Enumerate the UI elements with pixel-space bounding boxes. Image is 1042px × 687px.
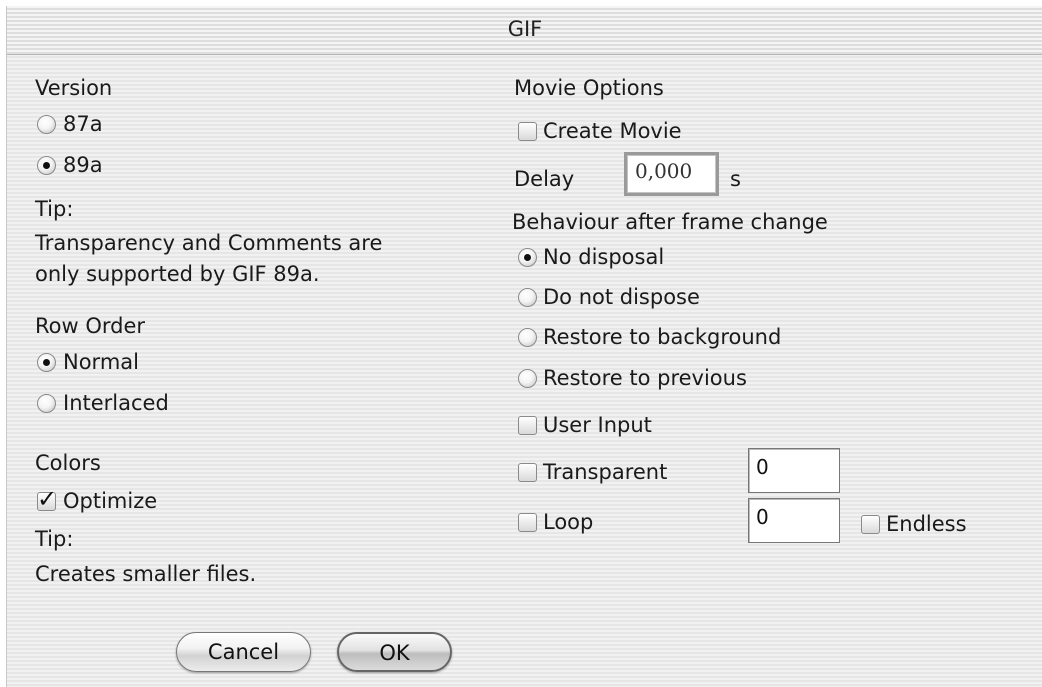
version-87a-label[interactable]: 87a [63, 111, 103, 137]
delay-unit-label: s [730, 167, 741, 191]
colors-tip-label: Tip: [35, 527, 74, 551]
row-order-normal-radio[interactable] [37, 353, 56, 372]
movie-options-label: Movie Options [514, 76, 664, 100]
delay-input[interactable]: 0,000 [624, 152, 719, 196]
create-movie-checkbox[interactable] [518, 122, 537, 141]
version-89a-radio[interactable] [37, 156, 56, 175]
version-87a-radio[interactable] [37, 115, 56, 134]
optimize-checkbox[interactable]: ✓ [37, 486, 57, 512]
gif-options-dialog: GIF Version 87a 89a Tip: Transparency an… [6, 6, 1042, 687]
endless-checkbox[interactable] [861, 515, 880, 534]
row-order-label: Row Order [35, 314, 146, 338]
user-input-checkbox[interactable] [518, 416, 537, 435]
version-label: Version [35, 76, 113, 100]
restore-to-background-radio[interactable] [518, 328, 537, 347]
loop-input[interactable]: 0 [748, 498, 840, 543]
loop-label[interactable]: Loop [543, 509, 593, 535]
row-order-interlaced-label[interactable]: Interlaced [63, 390, 169, 416]
restore-to-background-label[interactable]: Restore to background [543, 324, 781, 350]
behaviour-label: Behaviour after frame change [512, 210, 828, 234]
row-order-interlaced-radio[interactable] [37, 394, 56, 413]
version-89a-label[interactable]: 89a [63, 152, 103, 178]
delay-label: Delay [514, 167, 575, 191]
colors-tip-text: Creates smaller files. [35, 562, 257, 586]
restore-to-previous-radio[interactable] [518, 369, 537, 388]
transparent-checkbox[interactable] [518, 463, 537, 482]
no-disposal-label[interactable]: No disposal [543, 244, 664, 270]
version-tip-line-1: Transparency and Comments are [35, 231, 383, 255]
restore-to-previous-label[interactable]: Restore to previous [543, 365, 747, 391]
no-disposal-radio[interactable] [518, 248, 537, 267]
do-not-dispose-radio[interactable] [518, 288, 537, 307]
transparent-input[interactable]: 0 [748, 448, 840, 493]
endless-label[interactable]: Endless [886, 511, 967, 537]
create-movie-label[interactable]: Create Movie [543, 118, 682, 144]
version-tip-line-2: only supported by GIF 89a. [35, 262, 320, 286]
colors-label: Colors [35, 451, 101, 475]
row-order-normal-label[interactable]: Normal [63, 349, 139, 375]
window-title: GIF [507, 17, 543, 41]
cancel-button[interactable]: Cancel [176, 632, 311, 672]
version-tip-label: Tip: [35, 197, 74, 221]
transparent-label[interactable]: Transparent [543, 459, 667, 485]
checkmark-icon: ✓ [37, 485, 58, 513]
user-input-label[interactable]: User Input [543, 412, 652, 438]
ok-button[interactable]: OK [337, 632, 452, 672]
title-bar: GIF [7, 6, 1042, 55]
optimize-label[interactable]: Optimize [63, 488, 157, 514]
do-not-dispose-label[interactable]: Do not dispose [543, 284, 700, 310]
loop-checkbox[interactable] [518, 513, 537, 532]
